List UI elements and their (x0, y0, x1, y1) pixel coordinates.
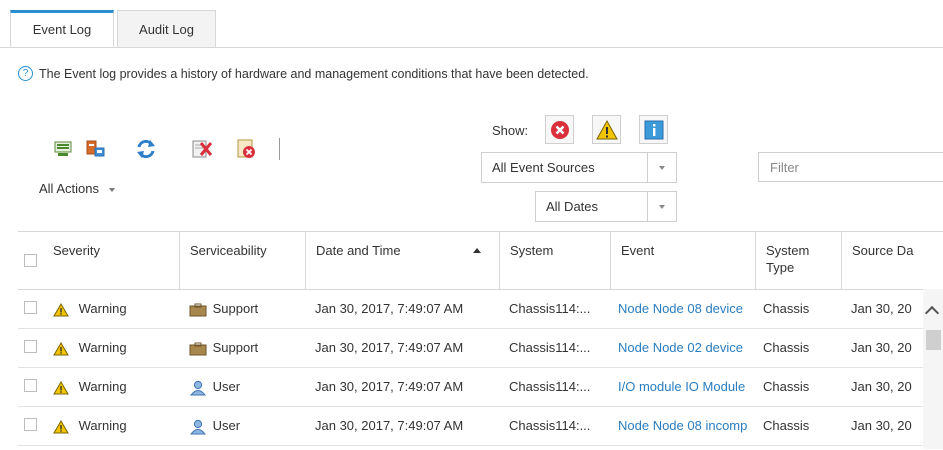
source-date-cell: Jan 30, 20 (851, 418, 912, 433)
info-text: The Event log provides a history of hard… (39, 66, 589, 81)
select-all-checkbox[interactable] (24, 254, 37, 267)
all-actions-menu[interactable]: All Actions (39, 181, 115, 196)
severity-cell: Warning (53, 290, 127, 328)
system-cell: Chassis114:... (509, 418, 591, 433)
system-type-cell: Chassis (763, 379, 810, 394)
dashboard-icon[interactable] (83, 137, 107, 161)
row-checkbox[interactable] (24, 379, 37, 392)
date-value: All Dates (546, 199, 599, 214)
header-serviceability[interactable]: Serviceability (179, 232, 305, 289)
serviceability-cell: User (189, 407, 240, 445)
exclude-events-icon[interactable] (234, 137, 258, 161)
serviceability-cell: User (189, 368, 240, 406)
date-cell: Jan 30, 2017, 7:49:07 AM (315, 301, 464, 316)
row-checkbox[interactable] (24, 418, 37, 431)
all-actions-label: All Actions (39, 181, 99, 196)
serviceability-cell: Support (189, 290, 258, 328)
warning-icon (595, 119, 618, 139)
chevron-down-icon (647, 153, 676, 182)
table-row[interactable]: Warning Support Jan 30, 2017, 7:49:07 AM… (18, 329, 923, 368)
warning-filter-button[interactable] (592, 115, 621, 144)
user-icon (189, 380, 207, 396)
scrollbar-thumb[interactable] (926, 330, 941, 350)
event-source-select[interactable]: All Event Sources (481, 152, 677, 183)
sort-ascending-icon (473, 248, 481, 253)
error-filter-button[interactable] (545, 115, 574, 144)
serviceability-cell: Support (189, 329, 258, 367)
refresh-icon[interactable] (134, 137, 158, 161)
date-cell: Jan 30, 2017, 7:49:07 AM (315, 379, 464, 394)
server-icon[interactable] (51, 137, 75, 161)
header-date-time-label: Date and Time (316, 243, 401, 258)
event-table: Severity Serviceability Date and Time Sy… (18, 231, 943, 450)
chevron-down-icon (108, 187, 115, 192)
warning-icon (53, 341, 69, 356)
table-scrollbar[interactable] (923, 289, 943, 449)
source-date-cell: Jan 30, 20 (851, 379, 912, 394)
toolbox-icon (189, 303, 207, 317)
table-header: Severity Serviceability Date and Time Sy… (18, 232, 943, 290)
table-row[interactable]: Warning Support Jan 30, 2017, 7:49:07 AM… (18, 290, 923, 329)
system-type-cell: Chassis (763, 340, 810, 355)
info-line: ? The Event log provides a history of ha… (18, 66, 589, 81)
tab-event-log[interactable]: Event Log (10, 10, 114, 47)
source-date-cell: Jan 30, 20 (851, 301, 912, 316)
event-link[interactable]: Node Node 02 device (618, 329, 761, 367)
tab-bar: Event Log Audit Log (0, 0, 943, 48)
system-cell: Chassis114:... (509, 301, 591, 316)
warning-icon (53, 380, 69, 395)
row-checkbox[interactable] (24, 340, 37, 353)
event-link[interactable]: Node Node 08 device (618, 290, 761, 328)
severity-cell: Warning (53, 368, 127, 406)
event-link[interactable]: I/O module IO Module (618, 368, 761, 406)
table-row[interactable]: Warning User Jan 30, 2017, 7:49:07 AM Ch… (18, 407, 923, 446)
header-source-date[interactable]: Source Da (841, 232, 943, 289)
toolbox-icon (189, 342, 207, 356)
header-severity[interactable]: Severity (43, 232, 179, 289)
filter-input[interactable] (758, 152, 943, 182)
source-date-cell: Jan 30, 20 (851, 340, 912, 355)
table-row[interactable]: Warning User Jan 30, 2017, 7:49:07 AM Ch… (18, 368, 923, 407)
date-cell: Jan 30, 2017, 7:49:07 AM (315, 418, 464, 433)
header-date-time[interactable]: Date and Time (305, 232, 499, 289)
system-cell: Chassis114:... (509, 379, 591, 394)
system-type-cell: Chassis (763, 301, 810, 316)
chevron-down-icon (647, 192, 676, 221)
date-cell: Jan 30, 2017, 7:49:07 AM (315, 340, 464, 355)
system-cell: Chassis114:... (509, 340, 591, 355)
event-source-value: All Event Sources (492, 160, 595, 175)
event-link[interactable]: Node Node 08 incomp (618, 407, 761, 445)
system-type-cell: Chassis (763, 418, 810, 433)
date-select[interactable]: All Dates (535, 191, 677, 222)
warning-icon (53, 302, 69, 317)
row-checkbox[interactable] (24, 301, 37, 314)
error-icon (550, 120, 569, 139)
tab-audit-log[interactable]: Audit Log (117, 10, 216, 47)
help-icon[interactable]: ? (18, 66, 33, 81)
warning-icon (53, 419, 69, 434)
severity-cell: Warning (53, 329, 127, 367)
clear-log-icon[interactable] (190, 137, 214, 161)
show-label: Show: (492, 123, 529, 138)
header-event[interactable]: Event (610, 232, 755, 289)
chevron-up-icon[interactable] (924, 305, 940, 321)
info-icon (644, 120, 663, 139)
header-system[interactable]: System (499, 232, 610, 289)
header-system-type[interactable]: System Type (755, 232, 841, 289)
severity-cell: Warning (53, 407, 127, 445)
user-icon (189, 419, 207, 435)
toolbar-separator (279, 138, 280, 160)
info-filter-button[interactable] (639, 115, 668, 144)
